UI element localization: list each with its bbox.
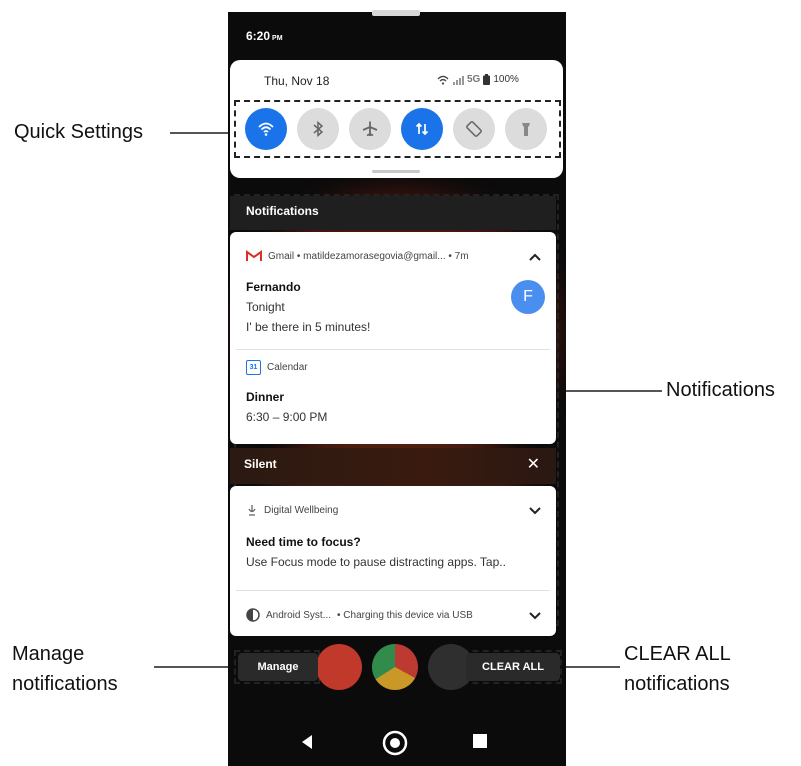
gmail-sender: Fernando — [246, 280, 301, 294]
android-system-notification-header[interactable]: Android Syst... • Charging this device v… — [246, 608, 473, 622]
callout-quick-settings: Quick Settings — [14, 121, 143, 143]
callout-manage-line1: Manage — [12, 643, 85, 665]
digital-wellbeing-icon — [248, 505, 256, 516]
battery-level: 100% — [493, 74, 519, 85]
gmail-icon — [246, 250, 262, 261]
notifications-header-label: Notifications — [246, 204, 319, 218]
notifications-section-header: Notifications — [230, 196, 556, 230]
wifi-signal-icon — [437, 75, 449, 85]
notification-divider — [236, 590, 550, 591]
home-icon[interactable] — [382, 730, 408, 756]
wellbeing-app-name: Digital Wellbeing — [264, 504, 339, 516]
silent-section-header: Silent ✕ — [230, 448, 556, 484]
back-icon[interactable] — [300, 734, 314, 750]
callout-leader-quick-settings — [170, 132, 232, 134]
callout-clear-line1: CLEAR ALL — [624, 643, 731, 665]
callout-notifications: Notifications — [666, 379, 775, 401]
calendar-notification-header[interactable]: 31 Calendar — [246, 360, 308, 375]
qs-drag-handle[interactable] — [372, 170, 420, 173]
battery-icon — [483, 74, 491, 85]
callout-leader-clear-all — [562, 666, 620, 668]
android-system-app-name: Android Syst... — [266, 609, 332, 621]
callout-leader-notifications — [562, 390, 662, 392]
wellbeing-notification-header[interactable]: Digital Wellbeing — [246, 504, 338, 516]
sender-avatar: F — [511, 280, 545, 314]
calendar-event-time: 6:30 – 9:00 PM — [246, 410, 328, 424]
callout-manage-line2: notifications — [12, 673, 118, 695]
chrome-app-icon[interactable] — [372, 644, 418, 690]
messages-app-icon[interactable] — [316, 644, 362, 690]
calendar-app-name: Calendar — [267, 362, 308, 373]
network-type: 5G — [467, 74, 481, 85]
cell-signal-icon — [453, 75, 464, 85]
android-system-icon — [246, 608, 260, 622]
quick-settings-highlight — [234, 100, 561, 158]
recents-icon[interactable] — [473, 734, 487, 748]
qs-status-icons: 5G 100% — [437, 74, 519, 85]
clear-all-button[interactable]: CLEAR ALL — [466, 653, 560, 681]
notification-divider — [236, 349, 550, 350]
gmail-body: I' be there in 5 minutes! — [246, 320, 371, 334]
gmail-notification-header[interactable]: Gmail • matildezamorasegovia@gmail... • … — [246, 250, 469, 262]
silent-label: Silent — [244, 457, 277, 471]
wellbeing-title: Need time to focus? — [246, 535, 361, 549]
calendar-icon: 31 — [246, 360, 261, 375]
calendar-event-title: Dinner — [246, 390, 285, 404]
wellbeing-body: Use Focus mode to pause distracting apps… — [246, 555, 506, 569]
expand-chevron-icon[interactable] — [528, 611, 542, 621]
callout-leader-manage — [154, 666, 236, 668]
collapse-chevron-icon[interactable] — [528, 252, 542, 262]
status-time: 6:20 PM — [246, 29, 283, 43]
gmail-app-line: Gmail • matildezamorasegovia@gmail... • … — [268, 250, 469, 262]
android-system-body: • Charging this device via USB — [337, 609, 473, 621]
qs-date: Thu, Nov 18 — [264, 74, 330, 88]
expand-chevron-icon[interactable] — [528, 506, 542, 516]
callout-clear-line2: notifications — [624, 673, 730, 695]
close-icon[interactable]: ✕ — [527, 454, 540, 474]
manage-button[interactable]: Manage — [238, 653, 318, 681]
gmail-subject: Tonight — [246, 300, 285, 314]
top-handle — [372, 10, 420, 16]
